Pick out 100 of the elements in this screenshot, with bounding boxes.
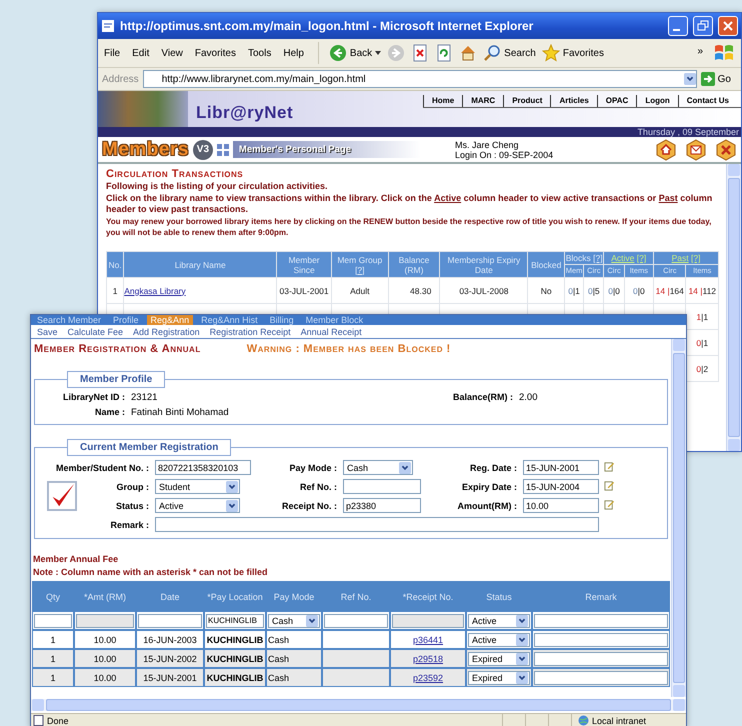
vertical-scrollbar[interactable]	[671, 339, 686, 697]
nav-link[interactable]: Contact Us	[678, 95, 737, 107]
date-field[interactable]: 15-JUN-2001	[523, 460, 599, 475]
field-value: 2.00	[519, 392, 538, 403]
date-field[interactable]: 15-JUN-2004	[523, 479, 599, 494]
menu-item[interactable]: Help	[283, 48, 304, 58]
library-link[interactable]: Angkasa Library	[124, 286, 186, 296]
table-cell: 0|5	[584, 278, 604, 303]
mail-button[interactable]	[685, 138, 707, 160]
action-link[interactable]: Add Registration	[133, 326, 200, 336]
input-field[interactable]	[34, 614, 72, 628]
home-icon[interactable]	[459, 44, 478, 62]
dropdown[interactable]: Expired	[468, 670, 530, 684]
menu-item[interactable]: Favorites	[194, 48, 236, 58]
close-button[interactable]	[715, 138, 737, 160]
page-icon	[101, 19, 115, 33]
column-header: Mem Group	[337, 254, 382, 264]
action-link[interactable]: Registration Receipt	[210, 326, 291, 336]
remark-field[interactable]	[155, 517, 599, 532]
input-field[interactable]: KUCHINGLIB	[206, 614, 264, 628]
nav-link[interactable]: MARC	[462, 95, 504, 107]
column-header: Member Since	[288, 254, 320, 274]
table-cell: Adult	[332, 278, 388, 303]
menu-item[interactable]: File	[104, 48, 120, 58]
text-field[interactable]: 8207221358320103	[155, 460, 251, 475]
column-link[interactable]: Active	[434, 193, 462, 203]
section-title: Circulation Transactions	[106, 168, 244, 180]
table-cell: Cash	[266, 649, 322, 668]
restore-icon	[697, 20, 709, 32]
column-header: Blocked	[531, 260, 562, 270]
table-cell: Cash	[266, 668, 322, 687]
nav-link[interactable]: OPAC	[596, 95, 636, 107]
text-field[interactable]	[343, 479, 421, 494]
dropdown[interactable]: Cash	[343, 460, 413, 475]
dropdown[interactable]: Expired	[468, 652, 530, 666]
version-badge: V3	[192, 140, 213, 160]
table-cell: Cash	[266, 630, 322, 649]
checkbox[interactable]	[47, 481, 77, 511]
table-cell: 1|1	[686, 304, 718, 329]
minimize-button[interactable]	[668, 16, 688, 36]
date-field[interactable]: 10.00	[523, 498, 599, 513]
menu-item[interactable]: Tools	[248, 48, 272, 58]
input-field[interactable]	[534, 632, 668, 646]
table-cell: 1	[32, 630, 74, 649]
more-button[interactable]: »	[697, 46, 703, 57]
field-label: Amount(RM) :	[456, 500, 518, 510]
caret-icon	[516, 614, 528, 626]
note-text: Note : Column name with an asterisk * can not be filled	[33, 566, 269, 579]
nav-link[interactable]: Logon	[636, 95, 678, 107]
toolbar-button[interactable]: Back	[328, 44, 382, 62]
input-field[interactable]	[324, 614, 388, 628]
panel-legend: Member Profile	[67, 371, 166, 388]
dropdown[interactable]: Active	[155, 498, 240, 513]
nav-link[interactable]: Home	[422, 95, 462, 107]
address-label: Address	[102, 74, 139, 84]
column-header: *Receipt No.	[390, 583, 466, 611]
edit-icon[interactable]	[604, 460, 615, 472]
field-label: Member/Student No. :	[54, 462, 150, 472]
menu-item[interactable]: View	[161, 48, 183, 58]
dropdown[interactable]: Active	[468, 614, 530, 628]
nav-link[interactable]: Product	[503, 95, 550, 107]
action-link[interactable]: Annual Receipt	[300, 326, 362, 336]
input-field[interactable]	[534, 652, 668, 666]
column-header: Qty	[32, 583, 74, 611]
table-cell: 48.30	[388, 278, 440, 303]
nav-link[interactable]: Articles	[550, 95, 597, 107]
action-link[interactable]: Calculate Fee	[68, 326, 124, 336]
page-icon	[33, 715, 44, 726]
toolbar-button[interactable]: Search	[483, 44, 536, 62]
toolbar-button[interactable]: Favorites	[542, 44, 604, 62]
go-button[interactable]: Go	[700, 72, 737, 86]
stop-icon[interactable]	[411, 44, 430, 62]
restore-button[interactable]	[693, 16, 713, 36]
caret-icon	[226, 500, 238, 512]
action-link[interactable]: Save	[37, 326, 58, 336]
menu-item[interactable]: Edit	[132, 48, 150, 58]
dropdown[interactable]: Active	[468, 632, 530, 646]
horizontal-scrollbar[interactable]	[31, 699, 686, 711]
vertical-scrollbar[interactable]	[726, 164, 741, 451]
brand-logo: Members	[102, 138, 189, 160]
site-logo: Libr@ryNet	[195, 103, 294, 124]
dropdown[interactable]: Cash	[268, 614, 320, 628]
input-field[interactable]	[138, 614, 202, 628]
text-field[interactable]: p23380	[343, 498, 421, 513]
edit-icon[interactable]	[604, 480, 615, 490]
field-value: 23121	[131, 392, 158, 403]
dropdown[interactable]: Student	[155, 479, 240, 494]
column-header: Ref No.	[322, 583, 390, 611]
field-label: Group :	[116, 482, 150, 492]
column-header: Status	[466, 583, 532, 611]
table-cell: 10.00	[74, 668, 136, 687]
home-button[interactable]	[655, 138, 677, 160]
table-cell: 15-JUN-2001	[136, 668, 204, 687]
input-field[interactable]	[534, 670, 668, 684]
address-field[interactable]: http://www.librarynet.com.my/main_logon.html	[142, 70, 697, 88]
column-link[interactable]: Past	[658, 193, 678, 203]
refresh-icon[interactable]	[435, 44, 454, 62]
input-field[interactable]	[534, 614, 668, 628]
column-header: Membership Expiry Date	[448, 254, 520, 274]
edit-icon[interactable]	[604, 498, 615, 510]
